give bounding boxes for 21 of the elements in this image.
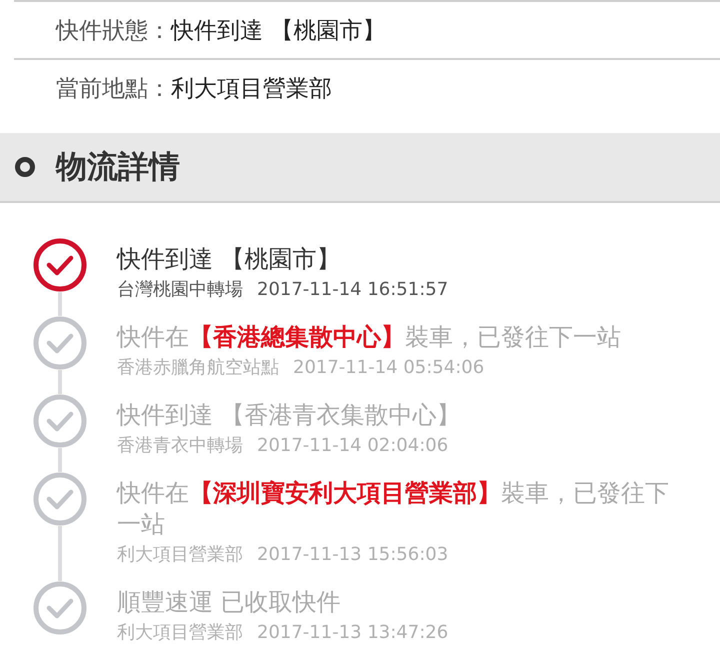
event-time: 2017-11-14 02:04:06 bbox=[257, 434, 448, 458]
event-location: 利大項目營業部 bbox=[117, 543, 243, 567]
event-time: 2017-11-14 16:51:57 bbox=[257, 278, 448, 302]
event-title: 快件到達 【香港青衣集散中心】 bbox=[117, 400, 462, 431]
event-title: 順豐速運 已收取快件 bbox=[117, 587, 342, 618]
event-time: 2017-11-13 13:47:26 bbox=[257, 621, 448, 645]
ring-icon bbox=[14, 156, 36, 178]
event-location: 台灣桃園中轉場 bbox=[117, 278, 243, 302]
info-value: 利大項目營業部 bbox=[171, 74, 332, 104]
event-title: 快件到達 【桃園市】 bbox=[117, 244, 342, 275]
event-title: 快件在【香港總集散中心】裝車，已發往下一站 bbox=[117, 322, 622, 353]
section-title: 物流詳情 bbox=[56, 148, 180, 187]
info-value: 快件到達 【桃園市】 bbox=[171, 16, 386, 46]
event-location: 香港赤臘角航空站點 bbox=[117, 356, 279, 380]
info-label: 快件狀態： bbox=[56, 16, 171, 46]
event-time: 2017-11-13 15:56:03 bbox=[257, 543, 448, 567]
event-location: 香港青衣中轉場 bbox=[117, 434, 243, 458]
info-label: 當前地點： bbox=[56, 74, 171, 104]
event-location: 利大項目營業部 bbox=[117, 621, 243, 645]
event-title: 快件在【深圳寶安利大項目營業部】裝車，已發往下一站 bbox=[117, 478, 670, 540]
event-time: 2017-11-14 05:54:06 bbox=[293, 356, 484, 380]
